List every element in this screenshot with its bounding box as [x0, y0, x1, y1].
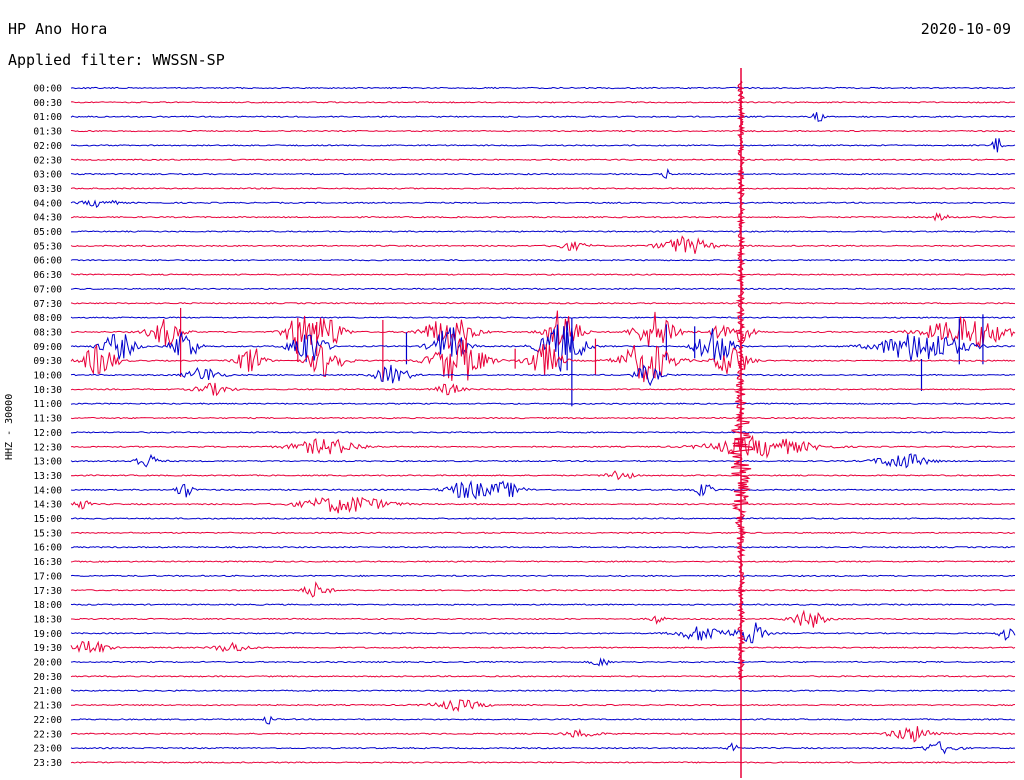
- row-time-label: 01:30: [33, 127, 62, 138]
- trace-row: [70, 453, 1016, 469]
- trace-row: [70, 470, 1016, 481]
- trace-row: [70, 699, 1016, 713]
- trace-row: [70, 431, 1016, 434]
- trace-row: [70, 622, 1016, 644]
- trace-row: [70, 199, 1016, 209]
- trace-row: [71, 273, 1016, 276]
- row-time-label: 09:30: [33, 356, 62, 367]
- trace-row: [70, 689, 1016, 692]
- row-time-label: 23:30: [33, 758, 62, 769]
- row-time-label: 01:00: [33, 112, 62, 123]
- row-time-label: 14:00: [33, 485, 62, 496]
- trace-row: [70, 603, 1016, 606]
- row-time-label: 23:00: [33, 744, 62, 755]
- trace-row: [70, 416, 1016, 420]
- trace-row: [70, 434, 1016, 459]
- row-time-label: 20:30: [33, 672, 62, 683]
- trace-row: [70, 316, 1016, 319]
- row-time-label: 16:00: [33, 543, 62, 554]
- row-time-label: 08:30: [33, 327, 62, 338]
- row-time-label: 05:30: [33, 241, 62, 252]
- trace-row: [70, 287, 1016, 291]
- row-time-label: 07:00: [33, 284, 62, 295]
- trace-row: [70, 715, 1016, 725]
- row-time-label: 19:00: [33, 629, 62, 640]
- trace-row: [70, 581, 1016, 598]
- trace-row: [70, 640, 1016, 654]
- row-time-label: 12:00: [33, 428, 62, 439]
- row-time-label: 14:30: [33, 500, 62, 511]
- row-time-label: 03:00: [33, 170, 62, 181]
- trace-row: [70, 138, 1016, 153]
- row-time-label: 22:30: [33, 729, 62, 740]
- trace-row: [70, 302, 1016, 305]
- trace-row: [70, 479, 1016, 500]
- row-time-label: 18:30: [33, 614, 62, 625]
- row-time-label: 11:00: [33, 399, 62, 410]
- row-time-label: 16:30: [33, 557, 62, 568]
- trace-row: [70, 496, 1016, 514]
- row-time-label: 04:30: [33, 213, 62, 224]
- row-time-label: 09:00: [33, 342, 62, 353]
- row-time-label: 18:00: [33, 600, 62, 611]
- trace-row: [70, 212, 1016, 222]
- trace-row: [70, 167, 1016, 179]
- trace-row: [70, 531, 1016, 534]
- row-time-label: 06:30: [33, 270, 62, 281]
- row-time-label: 08:00: [33, 313, 62, 324]
- trace-row: [70, 574, 1015, 578]
- trace-row: [70, 546, 1015, 549]
- row-time-label: 06:00: [33, 256, 62, 267]
- row-time-label: 05:00: [33, 227, 62, 238]
- row-time-label: 19:30: [33, 643, 62, 654]
- row-time-label: 21:30: [33, 701, 62, 712]
- trace-row: [70, 187, 1016, 190]
- trace-row: [70, 402, 1016, 405]
- trace-row: [70, 235, 1015, 254]
- row-time-label: 12:30: [33, 442, 62, 453]
- trace-row: [70, 129, 1016, 133]
- trace-row: [70, 741, 1015, 755]
- row-time-label: 03:30: [33, 184, 62, 195]
- row-time-label: 22:00: [33, 715, 62, 726]
- trace-row: [70, 364, 1016, 387]
- trace-row: [70, 259, 1015, 262]
- row-time-label: 17:00: [33, 571, 62, 582]
- trace-row: [70, 517, 1016, 520]
- row-time-label: 21:00: [33, 686, 62, 697]
- trace-row: [70, 560, 1016, 563]
- row-time-label: 07:30: [33, 299, 62, 310]
- trace-row: [70, 112, 1016, 122]
- row-time-label: 15:00: [33, 514, 62, 525]
- row-time-label: 02:30: [33, 155, 62, 166]
- row-time-label: 00:00: [33, 84, 62, 95]
- trace-row: [70, 101, 1015, 104]
- trace-row: [70, 675, 1016, 678]
- row-time-label: 15:30: [33, 528, 62, 539]
- row-time-label: 04:00: [33, 198, 62, 209]
- row-time-label: 20:00: [33, 658, 62, 669]
- helicorder-plot: 00:00 00:30 01:00 01:30 02:00 02:30 03:00 03:30…: [33, 68, 1016, 778]
- row-time-label: 00:30: [33, 98, 62, 109]
- trace-row: [70, 657, 1016, 667]
- trace-row: [70, 230, 1016, 233]
- trace-row: [71, 609, 1016, 628]
- row-time-label: 10:00: [33, 371, 62, 382]
- row-time-label: 10:30: [33, 385, 62, 396]
- trace-row: [70, 726, 1016, 743]
- row-time-label: 11:30: [33, 414, 62, 425]
- trace-row: [70, 86, 1016, 90]
- row-time-label: 17:30: [33, 586, 62, 597]
- row-time-label: 13:00: [33, 457, 62, 468]
- row-time-label: 02:00: [33, 141, 62, 152]
- trace-row: [70, 761, 1016, 764]
- row-time-label: 13:30: [33, 471, 62, 482]
- trace-row: [70, 158, 1016, 161]
- trace-row: [70, 382, 1016, 397]
